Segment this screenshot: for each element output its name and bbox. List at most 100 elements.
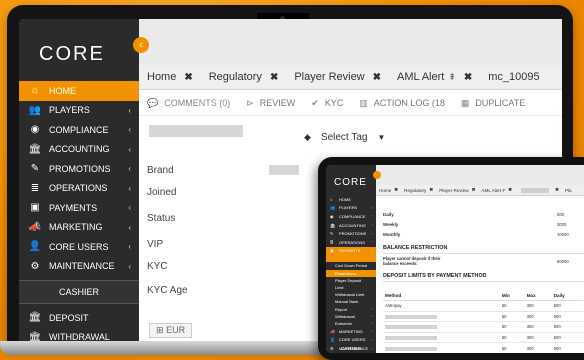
sidebar-item-label: PROMOTIONS bbox=[49, 163, 111, 174]
close-tab-icon[interactable]: ✖ bbox=[394, 187, 398, 193]
currency-label: EUR bbox=[166, 325, 186, 335]
subtab-comments-0[interactable]: 💬 COMMENTS (0) bbox=[139, 98, 238, 109]
collapse-sidebar-button[interactable]: ‹ bbox=[133, 37, 149, 53]
redacted-tab-label bbox=[521, 187, 550, 193]
close-tab-icon[interactable]: ✖ bbox=[464, 72, 472, 83]
table-row: 50 300 500 bbox=[383, 311, 583, 323]
tablet-tab-regulatory[interactable]: Regulatory ✖ bbox=[401, 187, 436, 193]
sidebar-item-compliance[interactable]: ◉ COMPLIANCE ‹ bbox=[19, 120, 139, 140]
tablet-tab-pla[interactable]: Pla bbox=[562, 188, 575, 193]
min-cell[interactable]: 50 bbox=[499, 321, 525, 333]
tablet-sidebar-item-promotions[interactable]: ✎ PROMOTIONS ‹ bbox=[326, 229, 376, 238]
subtab-duplicate[interactable]: ▦ DUPLICATE bbox=[453, 98, 533, 109]
sidebar-item-label: OPERATIONS bbox=[339, 239, 365, 245]
subtab-kyc[interactable]: ✔ KYC bbox=[303, 98, 351, 109]
tablet-sidebar-item-payments[interactable]: ▣ PAYMENTS ‹ bbox=[326, 246, 376, 256]
sidebar-item-label: CORE USERS bbox=[49, 241, 109, 252]
kyc-icon: ✔ bbox=[311, 97, 319, 108]
balance-limit-value[interactable]: 80000 bbox=[557, 259, 569, 264]
min-cell[interactable]: 50 bbox=[499, 332, 525, 344]
tablet-sidebar-item-core-users[interactable]: 👤 CORE USERS ‹ bbox=[326, 336, 376, 345]
payments-submenu-manual-bank[interactable]: Manual Bank bbox=[326, 298, 376, 305]
cashier-section-header: CASHIER bbox=[19, 280, 139, 304]
tablet-top-bar bbox=[376, 165, 584, 185]
min-cell[interactable]: 50 bbox=[499, 311, 525, 323]
close-tab-icon[interactable]: ✖ bbox=[472, 187, 476, 193]
daily-cell[interactable]: 500 bbox=[551, 311, 583, 323]
daily-cell[interactable]: 500 bbox=[551, 321, 583, 333]
limit-value-daily[interactable]: 500 bbox=[557, 212, 564, 217]
sidebar-item-core-users[interactable]: 👤 CORE USERS ‹ bbox=[19, 237, 139, 257]
payments-submenu-player-deposit[interactable]: Player Deposit bbox=[326, 277, 376, 284]
pin-icon[interactable]: ⇞ bbox=[448, 72, 456, 83]
payments-submenu-limit[interactable]: Limit bbox=[326, 284, 376, 291]
payments-submenu-withdrawal-limit[interactable]: Withdrawal Limit bbox=[326, 291, 376, 298]
chevron-left-icon: ‹ bbox=[371, 321, 373, 326]
sidebar-item-withdrawal[interactable]: 🏛 WITHDRAWAL bbox=[19, 328, 139, 341]
tab-mc-10095[interactable]: mc_10095 bbox=[480, 71, 547, 83]
min-cell[interactable]: 50 bbox=[499, 342, 525, 353]
tablet-tab-item[interactable]: ✖ bbox=[515, 187, 562, 193]
tablet-sidebar-item-home[interactable]: ⌂ HOME bbox=[326, 195, 376, 204]
tablet-tab-player-review[interactable]: Player Review ✖ bbox=[436, 187, 478, 193]
tablet-collapse-button[interactable] bbox=[373, 171, 381, 179]
max-cell[interactable]: 300 bbox=[524, 332, 552, 344]
sidebar-item-home[interactable]: ⌂ HOME bbox=[19, 81, 139, 101]
close-tab-icon[interactable]: ✖ bbox=[270, 72, 278, 83]
select-tag-dropdown[interactable]: ◆ Select Tag ▼ bbox=[304, 132, 385, 143]
payments-submenu-report[interactable]: Report ‹ bbox=[326, 305, 376, 312]
payments-submenu-restrictions[interactable]: Restrictions bbox=[326, 269, 376, 277]
daily-cell[interactable]: 500 bbox=[551, 342, 583, 353]
payments-submenu-withdrawal[interactable]: Withdrawal ‹ bbox=[326, 313, 376, 320]
sidebar-item-promotions[interactable]: ✎ PROMOTIONS ‹ bbox=[19, 159, 139, 179]
close-tab-icon[interactable]: ✖ bbox=[429, 187, 433, 193]
daily-cell[interactable]: 500 bbox=[551, 332, 583, 344]
field-label-brand: Brand bbox=[147, 165, 174, 176]
column-header-method: Method bbox=[383, 291, 500, 301]
max-cell[interactable]: 300 bbox=[524, 321, 552, 333]
tablet-sidebar-item-operations[interactable]: ≣ OPERATIONS ‹ bbox=[326, 238, 376, 247]
tablet-sidebar-item-marketing[interactable]: 📣 MARKETING ‹ bbox=[326, 327, 376, 336]
currency-icon: ⊞ bbox=[156, 325, 164, 335]
tablet-core-logo: CORE bbox=[334, 177, 367, 188]
payments-submenu-cool-down-period[interactable]: Cool Down Period bbox=[326, 262, 376, 269]
submenu-label: Player Deposit bbox=[335, 277, 362, 283]
daily-cell[interactable]: 500 bbox=[551, 300, 583, 312]
tablet-sidebar-item-compliance[interactable]: ◉ COMPLIANCE ‹ bbox=[326, 212, 376, 221]
tab-home[interactable]: Home ✖ bbox=[139, 71, 201, 83]
tablet-tab-home[interactable]: Home ✖ bbox=[376, 187, 401, 193]
tab-regulatory[interactable]: Regulatory ✖ bbox=[201, 71, 287, 83]
close-tab-icon[interactable]: ✖ bbox=[373, 72, 381, 83]
sidebar-item-players[interactable]: 👥 PLAYERS ‹ bbox=[19, 101, 139, 121]
tablet-sidebar-item-accounting[interactable]: 🏛 ACCOUNTING ‹ bbox=[326, 221, 376, 230]
method-cell bbox=[383, 311, 500, 323]
sidebar-item-marketing[interactable]: 📣 MARKETING ‹ bbox=[19, 218, 139, 238]
max-cell[interactable]: 300 bbox=[524, 342, 552, 353]
close-tab-icon[interactable]: ✖ bbox=[555, 187, 559, 193]
accounting-icon: 🏛 bbox=[28, 143, 42, 155]
limit-value-monthly[interactable]: 10000 bbox=[557, 232, 569, 237]
tablet-tab-aml-alert-f[interactable]: AML Alert F ✖ bbox=[478, 187, 515, 193]
payments-submenu-item[interactable] bbox=[326, 255, 376, 263]
close-tab-icon[interactable]: ✖ bbox=[184, 72, 192, 83]
sidebar-item-payments[interactable]: ▣ PAYMENTS ‹ bbox=[19, 198, 139, 218]
sidebar-item-label: MAINTENANCE bbox=[49, 261, 115, 272]
tablet-sidebar-item-players[interactable]: 👥 PLAYERS ‹ bbox=[326, 204, 376, 213]
tab-aml-alert[interactable]: AML Alert ⇞ ✖ bbox=[389, 71, 480, 83]
sidebar-item-deposit[interactable]: 🏛 DEPOSIT bbox=[19, 308, 139, 328]
max-cell[interactable]: 300 bbox=[524, 300, 552, 312]
min-cell[interactable]: 50 bbox=[499, 300, 525, 312]
max-cell[interactable]: 300 bbox=[524, 311, 552, 323]
tab-player-review[interactable]: Player Review ✖ bbox=[286, 71, 389, 83]
maintenance-icon: ⚙ bbox=[30, 260, 40, 272]
subtab-review[interactable]: ⊳ REVIEW bbox=[238, 98, 303, 109]
subtab-action-log-18[interactable]: ▥ ACTION LOG (18 bbox=[351, 98, 453, 109]
close-tab-icon[interactable]: ✖ bbox=[508, 187, 512, 193]
limit-value-weekly[interactable]: 3000 bbox=[557, 222, 566, 227]
compliance-icon: ◉ bbox=[330, 213, 334, 219]
sidebar-item-maintenance[interactable]: ⚙ MAINTENANCE ‹ bbox=[19, 257, 139, 277]
payments-submenu-entsorber[interactable]: Entsorber ‹ bbox=[326, 320, 376, 327]
sidebar-item-operations[interactable]: ≣ OPERATIONS ‹ bbox=[19, 179, 139, 199]
sidebar-item-accounting[interactable]: 🏛 ACCOUNTING ‹ bbox=[19, 140, 139, 160]
duplicate-icon: ▦ bbox=[460, 97, 470, 108]
